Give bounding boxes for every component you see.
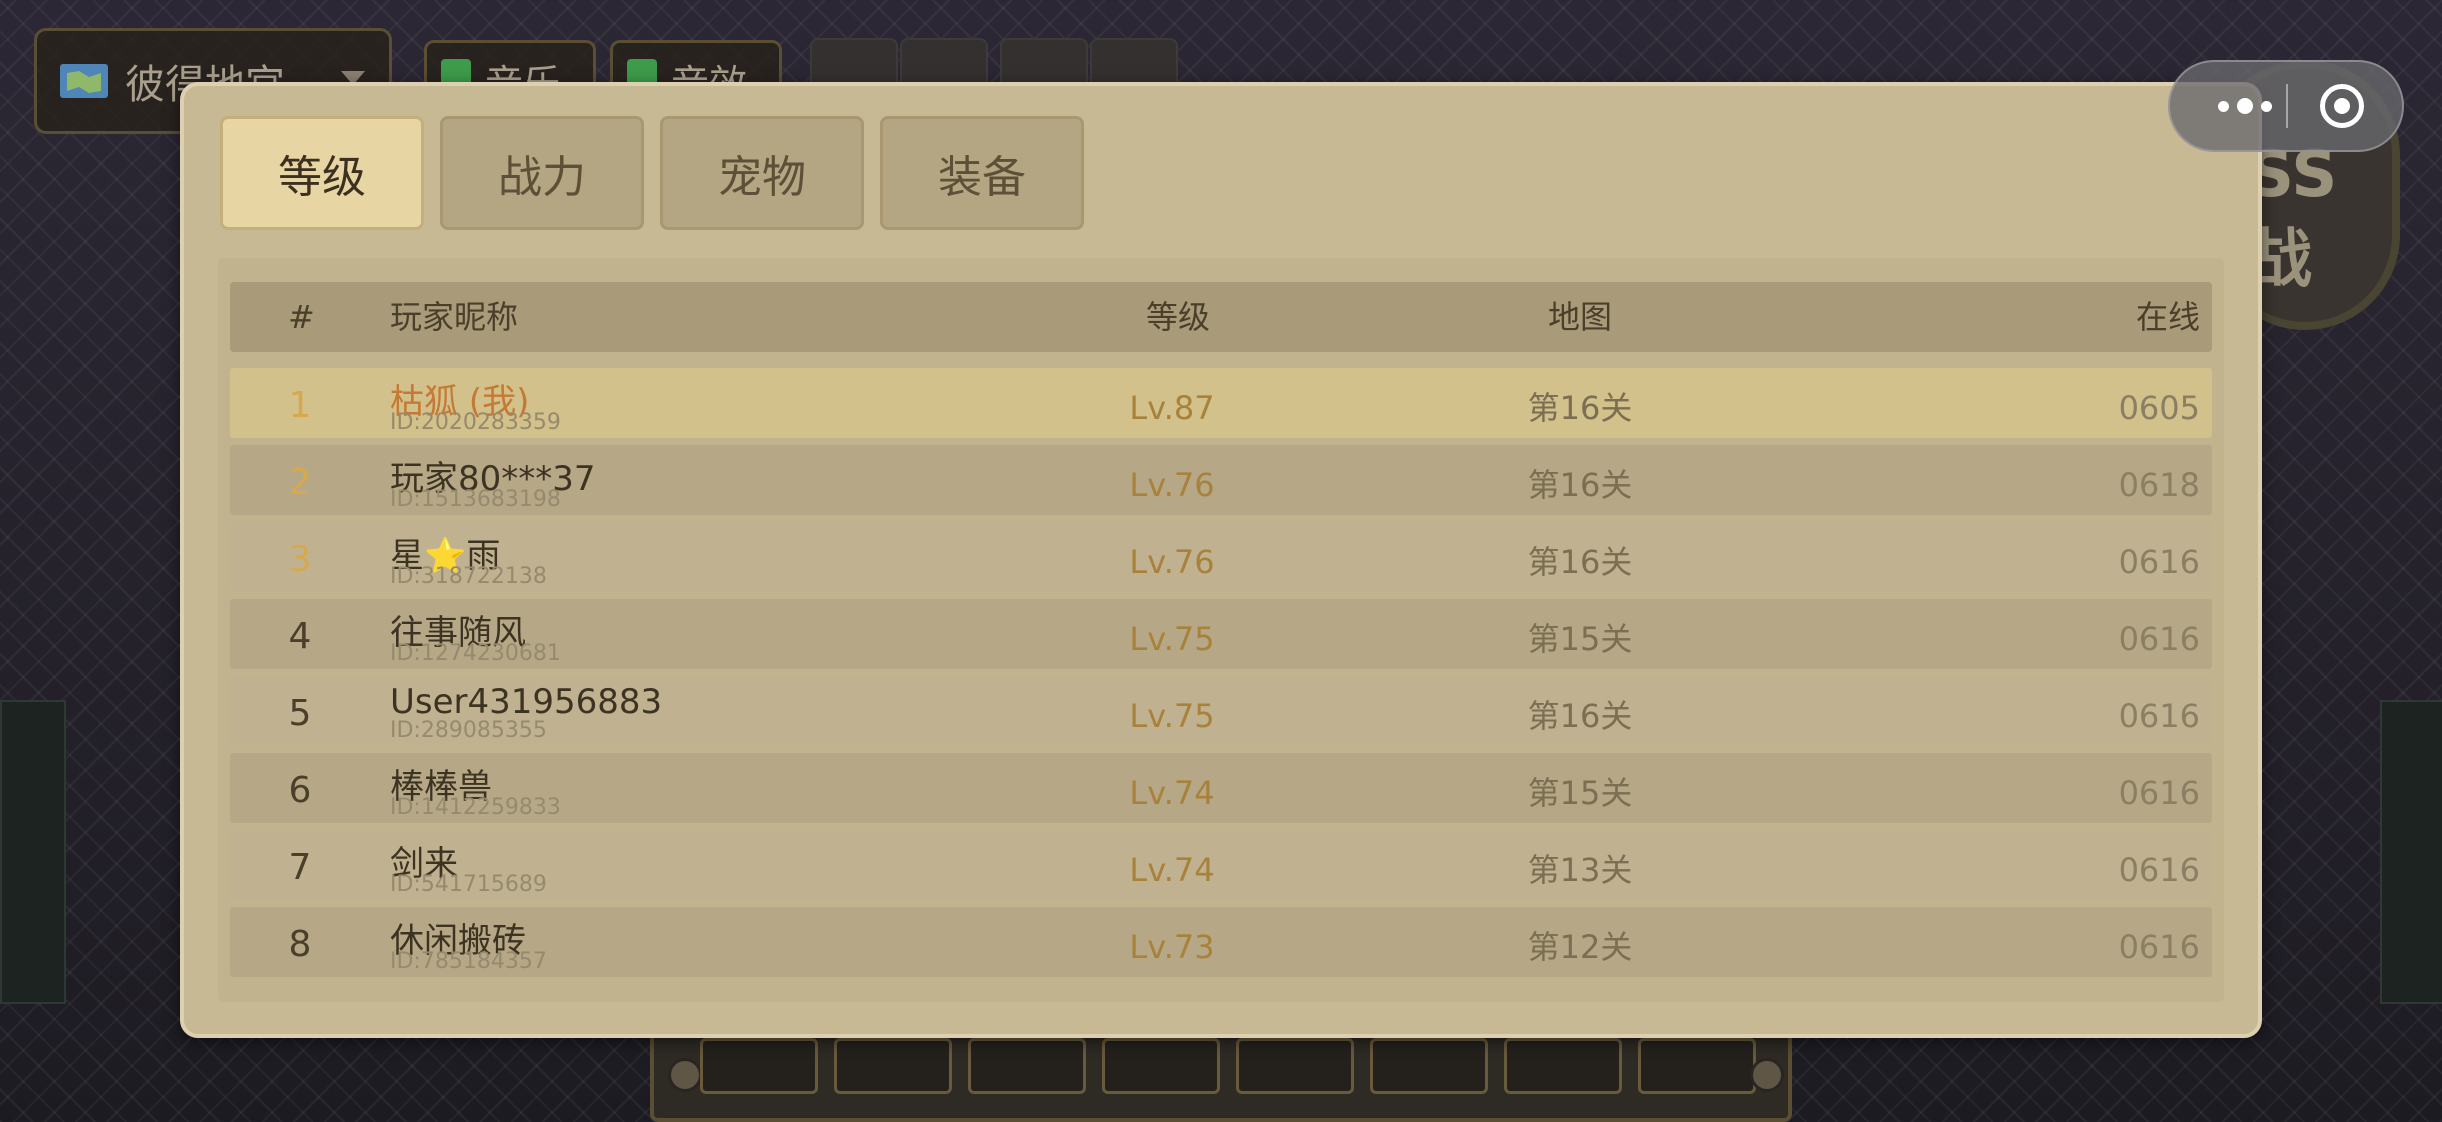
header-map: 地图 bbox=[1548, 298, 1613, 336]
player-id: ID:289085355 bbox=[390, 718, 547, 743]
miniprogram-capsule bbox=[2168, 60, 2404, 152]
more-icon[interactable] bbox=[2200, 62, 2290, 150]
table-row[interactable]: 8 休闲搬砖 ID:785184357 Lv.73 第12关 0616 bbox=[230, 907, 2212, 977]
rank-number: 5 bbox=[288, 693, 312, 734]
toolbar-slot[interactable] bbox=[1236, 1038, 1354, 1094]
rank-number: 8 bbox=[288, 924, 312, 965]
player-level: Lv.74 bbox=[1129, 851, 1215, 889]
player-online: 0616 bbox=[2118, 620, 2200, 658]
toolbar-slot[interactable] bbox=[1504, 1038, 1622, 1094]
player-online: 0616 bbox=[2118, 774, 2200, 812]
rank-number: 1 bbox=[288, 385, 312, 426]
player-map: 第12关 bbox=[1527, 928, 1633, 966]
toolbar-slot[interactable] bbox=[700, 1038, 818, 1094]
player-online: 0616 bbox=[2118, 697, 2200, 735]
tab-equipment[interactable]: 装备 bbox=[880, 116, 1084, 230]
toolbar-slot[interactable] bbox=[1638, 1038, 1756, 1094]
toolbar-slot[interactable] bbox=[1370, 1038, 1488, 1094]
player-id: ID:2020283359 bbox=[390, 410, 561, 435]
tab-label: 装备 bbox=[938, 152, 1026, 203]
player-id: ID:541715689 bbox=[390, 872, 547, 897]
player-online: 0616 bbox=[2118, 543, 2200, 581]
player-level: Lv.75 bbox=[1129, 697, 1215, 735]
player-level: Lv.76 bbox=[1129, 543, 1215, 581]
toolbar-knob bbox=[1750, 1058, 1784, 1092]
rank-number: 7 bbox=[288, 847, 312, 888]
header-level: 等级 bbox=[1146, 298, 1211, 336]
player-level: Lv.87 bbox=[1129, 389, 1215, 427]
player-level: Lv.73 bbox=[1129, 928, 1215, 966]
rank-number: 4 bbox=[288, 616, 312, 657]
rank-number: 2 bbox=[288, 462, 312, 503]
player-online: 0618 bbox=[2118, 466, 2200, 504]
player-id: ID:1513683198 bbox=[390, 487, 561, 512]
tab-label: 等级 bbox=[278, 152, 366, 203]
player-map: 第13关 bbox=[1527, 851, 1633, 889]
capsule-divider bbox=[2286, 84, 2288, 128]
player-level: Lv.75 bbox=[1129, 620, 1215, 658]
player-map: 第16关 bbox=[1527, 466, 1633, 504]
player-id: ID:1412259833 bbox=[390, 795, 561, 820]
player-online: 0616 bbox=[2118, 928, 2200, 966]
player-map: 第16关 bbox=[1527, 389, 1633, 427]
table-row[interactable]: 5 User431956883 ID:289085355 Lv.75 第16关 … bbox=[230, 676, 2212, 746]
toolbar-slot[interactable] bbox=[968, 1038, 1086, 1094]
pillar-decoration bbox=[2380, 700, 2442, 1004]
tab-pet[interactable]: 宠物 bbox=[660, 116, 864, 230]
player-map: 第16关 bbox=[1527, 543, 1633, 581]
player-online: 0605 bbox=[2118, 389, 2200, 427]
toolbar-slot[interactable] bbox=[834, 1038, 952, 1094]
player-id: ID:318722138 bbox=[390, 564, 547, 589]
player-level: Lv.76 bbox=[1129, 466, 1215, 504]
tab-power[interactable]: 战力 bbox=[440, 116, 644, 230]
bottom-toolbar bbox=[650, 1030, 1792, 1122]
table-row[interactable]: 7 剑来 ID:541715689 Lv.74 第13关 0616 bbox=[230, 830, 2212, 900]
header-rank: # bbox=[288, 298, 315, 336]
toolbar-slot[interactable] bbox=[1102, 1038, 1220, 1094]
tab-label: 战力 bbox=[498, 152, 586, 203]
player-map: 第16关 bbox=[1527, 697, 1633, 735]
rank-number: 6 bbox=[288, 770, 312, 811]
player-map: 第15关 bbox=[1527, 620, 1633, 658]
close-icon[interactable] bbox=[2320, 84, 2364, 128]
player-map: 第15关 bbox=[1527, 774, 1633, 812]
table-header: # 玩家昵称 等级 地图 在线 bbox=[230, 282, 2212, 352]
header-name: 玩家昵称 bbox=[390, 298, 519, 336]
map-icon bbox=[60, 64, 108, 98]
player-id: ID:785184357 bbox=[390, 949, 547, 974]
table-row[interactable]: 2 玩家80***37 ID:1513683198 Lv.76 第16关 061… bbox=[230, 445, 2212, 515]
pillar-decoration bbox=[0, 700, 66, 1004]
table-row[interactable]: 3 星⭐雨 ID:318722138 Lv.76 第16关 0616 bbox=[230, 522, 2212, 592]
ranking-table: # 玩家昵称 等级 地图 在线 1 枯狐 (我) ID:2020283359 L… bbox=[218, 258, 2224, 1002]
table-row[interactable]: 4 往事随风 ID:1274230681 Lv.75 第15关 0616 bbox=[230, 599, 2212, 669]
player-level: Lv.74 bbox=[1129, 774, 1215, 812]
player-name: User431956883 bbox=[390, 682, 663, 722]
table-row[interactable]: 1 枯狐 (我) ID:2020283359 Lv.87 第16关 0605 bbox=[230, 368, 2212, 438]
tab-label: 宠物 bbox=[718, 152, 806, 203]
tab-level[interactable]: 等级 bbox=[220, 116, 424, 230]
player-online: 0616 bbox=[2118, 851, 2200, 889]
leaderboard-panel: 等级 战力 宠物 装备 # 玩家昵称 等级 地图 在线 1 枯狐 (我) ID:… bbox=[180, 82, 2262, 1038]
toolbar-knob bbox=[668, 1058, 702, 1092]
rank-number: 3 bbox=[288, 539, 312, 580]
table-row[interactable]: 6 棒棒兽 ID:1412259833 Lv.74 第15关 0616 bbox=[230, 753, 2212, 823]
player-id: ID:1274230681 bbox=[390, 641, 561, 666]
header-online: 在线 bbox=[2135, 298, 2200, 336]
